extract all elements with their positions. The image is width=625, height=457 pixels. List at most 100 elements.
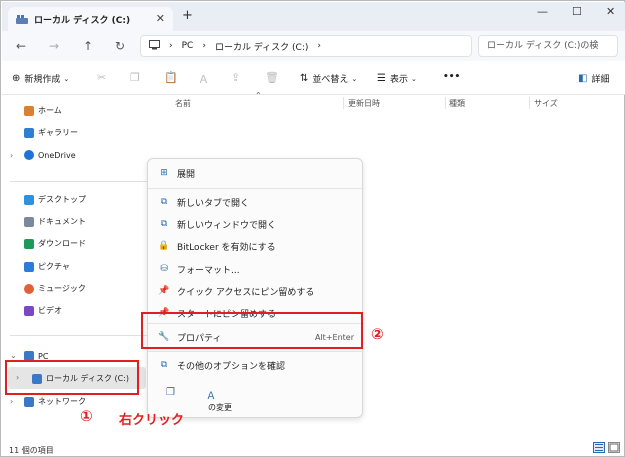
menu-item-label: その他のオプションを確認 xyxy=(177,361,286,372)
share-icon[interactable]: ⇪ xyxy=(231,71,240,84)
view-label: 表示 xyxy=(389,75,408,85)
menu-item-pin-quick-access[interactable]: 📌 クイック アクセスにピン留めする xyxy=(148,281,364,301)
column-modified[interactable]: 更新日時 xyxy=(348,98,380,109)
sidebar-item-pictures[interactable]: ピクチャ xyxy=(24,261,70,272)
column-name[interactable]: 名前 xyxy=(175,98,191,109)
drive-icon xyxy=(16,14,28,25)
rename-icon[interactable]: Ａ xyxy=(198,71,209,87)
view-icon: ☰ xyxy=(377,73,386,84)
sidebar-item-gallery[interactable]: ギャラリー xyxy=(24,127,78,138)
status-item-count: 11 個の項目 xyxy=(9,446,54,455)
more-options-icon: ⧉ xyxy=(160,360,168,370)
gallery-icon xyxy=(24,127,34,138)
back-button[interactable]: ← xyxy=(16,39,26,53)
chevron-right-icon[interactable]: › xyxy=(10,151,13,160)
menu-item-bitlocker[interactable]: 🔒 BitLocker を有効にする xyxy=(148,236,364,256)
menu-item-format[interactable]: ⛁ フォーマット... xyxy=(148,259,364,279)
music-icon xyxy=(24,283,34,294)
copy-icon[interactable]: ❐ xyxy=(130,71,140,84)
divider xyxy=(10,181,148,182)
menu-item-open-new-tab[interactable]: ⧉ 新しいタブで開く xyxy=(148,192,364,212)
rename-icon[interactable]: Ａ xyxy=(206,387,216,402)
breadcrumb-local-disk[interactable]: ローカル ディスク (C:) xyxy=(215,40,308,53)
chevron-down-icon[interactable]: ⌄ xyxy=(10,351,17,360)
sidebar-item-downloads[interactable]: ダウンロード xyxy=(24,238,86,249)
close-tab-icon[interactable]: ✕ xyxy=(156,12,165,25)
annotation-step2-number: ② xyxy=(371,325,384,343)
pictures-icon xyxy=(24,261,34,272)
pin-icon: 📌 xyxy=(158,286,170,296)
minimize-button[interactable]: — xyxy=(537,5,548,18)
menu-item-label: クイック アクセスにピン留めする xyxy=(177,287,315,298)
breadcrumb-pc[interactable]: PC xyxy=(182,41,194,51)
new-label: 新規作成 xyxy=(24,75,61,85)
annotation-step1-number: ① xyxy=(80,407,93,425)
delete-icon[interactable]: 🗑 xyxy=(265,71,279,84)
menu-separator xyxy=(148,188,364,189)
sidebar-item-music[interactable]: ミュージック xyxy=(24,283,86,294)
sidebar-item-home[interactable]: ホーム xyxy=(24,105,62,116)
details-view-button[interactable] xyxy=(593,442,605,453)
sidebar-item-desktop[interactable]: デスクトップ xyxy=(24,194,86,205)
new-tab-button[interactable]: + xyxy=(182,8,193,23)
paste-icon[interactable]: 📋 xyxy=(164,71,178,84)
sidebar-item-label: ダウンロード xyxy=(38,239,86,248)
sort-button[interactable]: ⇅ 並べ替え ⌄ xyxy=(300,72,357,85)
menu-separator xyxy=(148,351,364,352)
sidebar-item-network[interactable]: ネットワーク xyxy=(24,396,86,407)
monitor-icon xyxy=(149,39,160,53)
divider xyxy=(10,335,148,336)
sidebar-item-label: OneDrive xyxy=(38,150,76,160)
refresh-button[interactable]: ↻ xyxy=(115,39,125,53)
view-button[interactable]: ☰ 表示 ⌄ xyxy=(377,72,417,85)
copy-icon[interactable]: ❐ xyxy=(166,387,175,398)
up-button[interactable]: ↑ xyxy=(83,39,93,53)
more-button[interactable]: ••• xyxy=(443,72,460,82)
sidebar-item-onedrive[interactable]: OneDrive xyxy=(24,150,76,160)
address-bar[interactable]: › PC › ローカル ディスク (C:) › xyxy=(140,35,472,57)
chevron-down-icon: ⌄ xyxy=(410,74,417,83)
cut-icon[interactable]: ✂ xyxy=(97,71,106,84)
new-button[interactable]: ⊕ 新規作成 ⌄ xyxy=(12,72,69,85)
sidebar-item-label: デスクトップ xyxy=(38,195,86,204)
title-bar: ローカル ディスク (C:) ✕ + — ☐ ✕ xyxy=(2,2,625,32)
tiles-view-button[interactable] xyxy=(608,442,620,453)
annotation-box-local-disk xyxy=(5,360,139,395)
forward-button[interactable]: → xyxy=(49,39,59,53)
tab-local-disk[interactable]: ローカル ディスク (C:) ✕ xyxy=(8,7,173,32)
details-pane-icon: ◧ xyxy=(578,73,588,84)
sidebar-item-label: ギャラリー xyxy=(38,128,78,137)
bitlocker-icon: 🔒 xyxy=(158,241,170,251)
column-size[interactable]: サイズ xyxy=(534,98,558,109)
video-icon xyxy=(24,305,34,316)
command-bar: ⊕ 新規作成 ⌄ ✂ ❐ 📋 Ａ ⇪ 🗑 ⇅ 並べ替え ⌄ ☰ 表示 ⌄ •••… xyxy=(2,61,625,95)
sort-icon: ⇅ xyxy=(300,73,309,84)
menu-item-more-options[interactable]: ⧉ その他のオプションを確認 xyxy=(148,355,364,375)
sidebar-item-label: ホーム xyxy=(38,106,62,115)
download-icon xyxy=(24,238,34,249)
menu-item-label: 新しいタブで開く xyxy=(177,198,250,209)
explorer-window: ローカル ディスク (C:) ✕ + — ☐ ✕ ← → ↑ ↻ › PC › … xyxy=(0,0,625,457)
context-menu: ⊞ 展開 ⧉ 新しいタブで開く ⧉ 新しいウィンドウで開く 🔒 BitLocke… xyxy=(147,158,364,418)
rename-label: の変更 xyxy=(208,403,232,412)
chevron-right-icon: › xyxy=(169,41,173,51)
close-window-button[interactable]: ✕ xyxy=(606,5,615,18)
sidebar-item-documents[interactable]: ドキュメント xyxy=(24,216,86,227)
menu-item-expand[interactable]: ⊞ 展開 xyxy=(148,163,364,183)
search-input[interactable]: ローカル ディスク (C:)の検 xyxy=(478,35,618,57)
column-divider xyxy=(445,97,446,109)
maximize-button[interactable]: ☐ xyxy=(572,5,582,18)
column-type[interactable]: 種類 xyxy=(449,98,465,109)
menu-item-label: 新しいウィンドウで開く xyxy=(177,220,277,231)
sidebar-item-label: ピクチャ xyxy=(38,262,70,271)
sort-label: 並べ替え xyxy=(312,75,349,85)
column-divider xyxy=(343,97,344,109)
sort-arrow-icon: ⌃ xyxy=(255,91,262,100)
sidebar-item-label: ネットワーク xyxy=(38,397,86,406)
menu-item-open-new-window[interactable]: ⧉ 新しいウィンドウで開く xyxy=(148,214,364,234)
document-icon xyxy=(24,216,34,227)
chevron-right-icon[interactable]: › xyxy=(10,397,13,406)
details-button[interactable]: ◧ 詳細 xyxy=(578,72,609,85)
network-icon xyxy=(24,396,34,407)
sidebar-item-videos[interactable]: ビデオ xyxy=(24,305,62,316)
